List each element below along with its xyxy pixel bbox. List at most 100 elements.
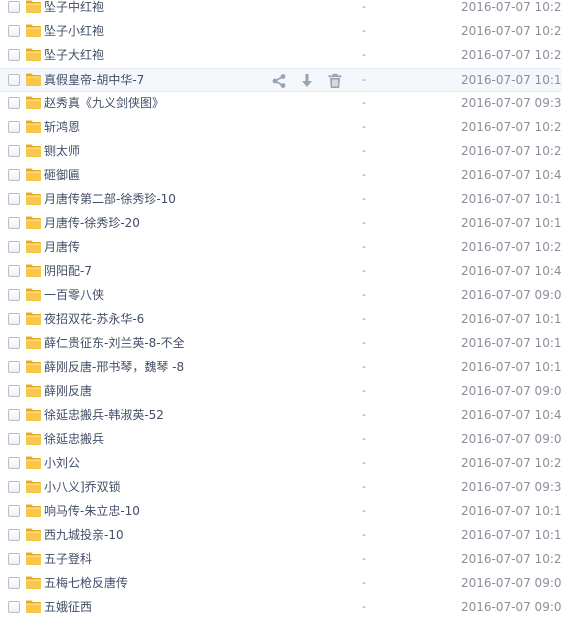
file-row[interactable]: 坠子大红袍 - 2016-07-07 10:23 bbox=[0, 44, 562, 68]
file-row[interactable]: 月唐传 - 2016-07-07 10:27 bbox=[0, 236, 562, 260]
row-checkbox[interactable] bbox=[8, 529, 20, 541]
file-row[interactable]: 五子登科 - 2016-07-07 10:26 bbox=[0, 548, 562, 572]
file-row[interactable]: 小八义]乔双锁 - 2016-07-07 09:30 bbox=[0, 476, 562, 500]
file-row[interactable]: 五梅七枪反唐传 - 2016-07-07 09:05 bbox=[0, 572, 562, 596]
file-size: - bbox=[362, 408, 366, 421]
folder-icon bbox=[25, 527, 42, 542]
row-checkbox[interactable] bbox=[8, 433, 20, 445]
folder-icon bbox=[25, 47, 42, 62]
file-name-link[interactable]: 夜招双花-苏永华-6 bbox=[44, 308, 144, 332]
row-checkbox[interactable] bbox=[8, 169, 20, 181]
row-checkbox[interactable] bbox=[8, 289, 20, 301]
file-rows: 坠子中红袍 - 2016-07-07 10:24 坠子小红袍 - 2016-07-07 1… bbox=[0, 0, 562, 620]
folder-icon bbox=[25, 599, 42, 614]
file-row[interactable]: 真假皇帝-胡中华-7 - 2016-07-07 10:19 bbox=[0, 68, 562, 92]
row-checkbox[interactable] bbox=[8, 481, 20, 493]
row-checkbox[interactable] bbox=[8, 457, 20, 469]
row-checkbox[interactable] bbox=[8, 49, 20, 61]
row-checkbox[interactable] bbox=[8, 74, 20, 86]
file-row[interactable]: 小刘公 - 2016-07-07 10:27 bbox=[0, 452, 562, 476]
row-checkbox[interactable] bbox=[8, 265, 20, 277]
file-name-link[interactable]: 砸御匾 bbox=[44, 164, 80, 188]
file-name-link[interactable]: 月唐传第二部-徐秀珍-10 bbox=[44, 188, 176, 212]
row-checkbox[interactable] bbox=[8, 217, 20, 229]
file-row[interactable]: 徐延忠搬兵 - 2016-07-07 09:05 bbox=[0, 428, 562, 452]
modified-date: 2016-07-07 09:05 bbox=[461, 432, 562, 446]
file-row[interactable]: 坠子小红袍 - 2016-07-07 10:23 bbox=[0, 20, 562, 44]
file-name-link[interactable]: 响马传-朱立忠-10 bbox=[44, 500, 140, 524]
file-name-link[interactable]: 坠子大红袍 bbox=[44, 44, 104, 68]
file-name-link[interactable]: 徐延忠搬兵-韩淑英-52 bbox=[44, 404, 164, 428]
row-checkbox[interactable] bbox=[8, 121, 20, 133]
row-checkbox[interactable] bbox=[8, 241, 20, 253]
share-button[interactable] bbox=[271, 73, 287, 89]
row-checkbox[interactable] bbox=[8, 1, 20, 13]
download-button[interactable] bbox=[299, 73, 315, 89]
folder-icon bbox=[25, 143, 42, 158]
row-checkbox[interactable] bbox=[8, 145, 20, 157]
file-name-link[interactable]: 坠子小红袍 bbox=[44, 20, 104, 44]
file-row[interactable]: 薛仁贵征东-刘兰英-8-不全 - 2016-07-07 10:19 bbox=[0, 332, 562, 356]
file-size: - bbox=[362, 288, 366, 301]
row-checkbox[interactable] bbox=[8, 313, 20, 325]
file-name-link[interactable]: 斩鸿恩 bbox=[44, 116, 80, 140]
file-name-link[interactable]: 五子登科 bbox=[44, 548, 92, 572]
file-name-link[interactable]: 赵秀真《九义剑侠图》 bbox=[44, 92, 164, 116]
row-checkbox[interactable] bbox=[8, 409, 20, 421]
file-row[interactable]: 赵秀真《九义剑侠图》 - 2016-07-07 09:30 bbox=[0, 92, 562, 116]
folder-icon bbox=[25, 239, 42, 254]
file-name-link[interactable]: 铡太师 bbox=[44, 140, 80, 164]
row-checkbox[interactable] bbox=[8, 505, 20, 517]
file-row[interactable]: 薛刚反唐-邢书琴，魏琴 -8 - 2016-07-07 10:19 bbox=[0, 356, 562, 380]
file-name-link[interactable]: 五娥征西 bbox=[44, 596, 92, 620]
file-row[interactable]: 徐延忠搬兵-韩淑英-52 - 2016-07-07 10:44 bbox=[0, 404, 562, 428]
file-name-link[interactable]: 阴阳配-7 bbox=[44, 260, 92, 284]
row-checkbox[interactable] bbox=[8, 337, 20, 349]
row-checkbox[interactable] bbox=[8, 361, 20, 373]
file-row[interactable]: 月唐传-徐秀珍-20 - 2016-07-07 10:11 bbox=[0, 212, 562, 236]
folder-icon bbox=[25, 431, 42, 446]
file-name-link[interactable]: 薛刚反唐-邢书琴，魏琴 -8 bbox=[44, 356, 184, 380]
row-checkbox[interactable] bbox=[8, 601, 20, 613]
row-checkbox[interactable] bbox=[8, 577, 20, 589]
file-row[interactable]: 一百零八侠 - 2016-07-07 09:01 bbox=[0, 284, 562, 308]
file-row[interactable]: 夜招双花-苏永华-6 - 2016-07-07 10:19 bbox=[0, 308, 562, 332]
file-row[interactable]: 阴阳配-7 - 2016-07-07 10:43 bbox=[0, 260, 562, 284]
file-row[interactable]: 薛刚反唐 - 2016-07-07 09:01 bbox=[0, 380, 562, 404]
file-name-link[interactable]: 一百零八侠 bbox=[44, 284, 104, 308]
file-name-link[interactable]: 西九城投亲-10 bbox=[44, 524, 124, 548]
file-row[interactable]: 砸御匾 - 2016-07-07 10:43 bbox=[0, 164, 562, 188]
row-checkbox[interactable] bbox=[8, 385, 20, 397]
file-name-link[interactable]: 月唐传-徐秀珍-20 bbox=[44, 212, 140, 236]
file-name-link[interactable]: 徐延忠搬兵 bbox=[44, 428, 104, 452]
row-checkbox[interactable] bbox=[8, 97, 20, 109]
file-row[interactable]: 西九城投亲-10 - 2016-07-07 10:19 bbox=[0, 524, 562, 548]
folder-icon bbox=[25, 287, 42, 302]
file-name-link[interactable]: 月唐传 bbox=[44, 236, 80, 260]
file-size: - bbox=[362, 0, 366, 13]
file-name-link[interactable]: 五梅七枪反唐传 bbox=[44, 572, 128, 596]
file-size: - bbox=[362, 240, 366, 253]
file-row[interactable]: 五娥征西 - 2016-07-07 09:01 bbox=[0, 596, 562, 620]
file-row[interactable]: 月唐传第二部-徐秀珍-10 - 2016-07-07 10:19 bbox=[0, 188, 562, 212]
file-size: - bbox=[362, 120, 366, 133]
file-size: - bbox=[362, 600, 366, 613]
modified-date: 2016-07-07 10:24 bbox=[461, 0, 562, 14]
file-row[interactable]: 响马传-朱立忠-10 - 2016-07-07 10:19 bbox=[0, 500, 562, 524]
file-name-link[interactable]: 坠子中红袍 bbox=[44, 0, 104, 20]
row-checkbox[interactable] bbox=[8, 553, 20, 565]
row-checkbox[interactable] bbox=[8, 193, 20, 205]
file-name-link[interactable]: 小刘公 bbox=[44, 452, 80, 476]
file-name-link[interactable]: 薛仁贵征东-刘兰英-8-不全 bbox=[44, 332, 185, 356]
row-checkbox[interactable] bbox=[8, 25, 20, 37]
folder-icon bbox=[25, 95, 42, 110]
file-row[interactable]: 坠子中红袍 - 2016-07-07 10:24 bbox=[0, 0, 562, 20]
folder-icon bbox=[25, 335, 42, 350]
file-name-link[interactable]: 小八义]乔双锁 bbox=[44, 476, 121, 500]
file-name-link[interactable]: 真假皇帝-胡中华-7 bbox=[44, 69, 144, 93]
file-row[interactable]: 铡太师 - 2016-07-07 10:25 bbox=[0, 140, 562, 164]
file-name-link[interactable]: 薛刚反唐 bbox=[44, 380, 92, 404]
delete-button[interactable] bbox=[327, 73, 343, 89]
file-row[interactable]: 斩鸿恩 - 2016-07-07 10:27 bbox=[0, 116, 562, 140]
modified-date: 2016-07-07 10:19 bbox=[461, 73, 562, 87]
